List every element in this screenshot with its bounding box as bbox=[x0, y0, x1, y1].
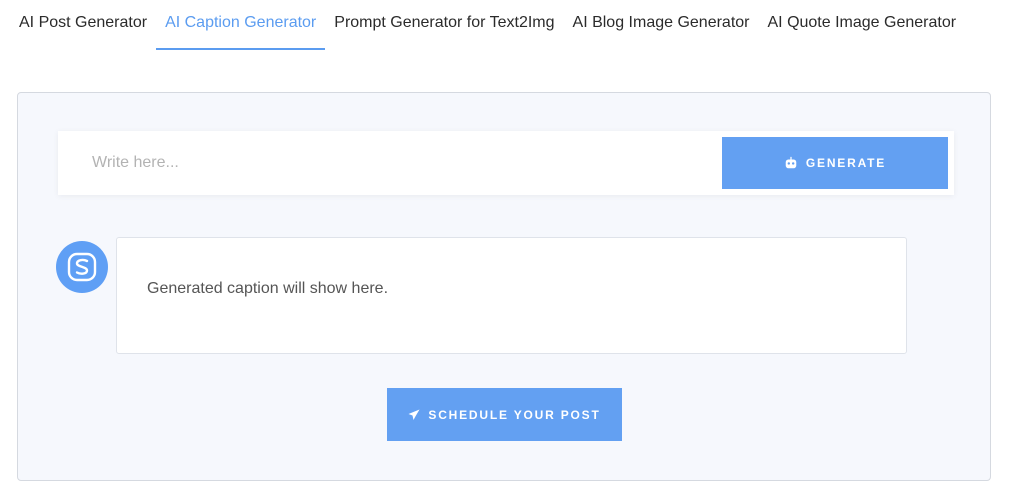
tab-ai-post-generator[interactable]: AI Post Generator bbox=[10, 0, 156, 50]
tab-prompt-generator[interactable]: Prompt Generator for Text2Img bbox=[325, 0, 563, 50]
tab-ai-blog-image-generator[interactable]: AI Blog Image Generator bbox=[564, 0, 759, 50]
tab-ai-caption-generator[interactable]: AI Caption Generator bbox=[156, 0, 326, 50]
prompt-input-row: GENERATE bbox=[58, 131, 954, 195]
generate-button-label: GENERATE bbox=[805, 156, 887, 170]
caption-text: Generated caption will show here. bbox=[147, 280, 389, 297]
avatar bbox=[56, 241, 108, 293]
robot-icon bbox=[785, 156, 797, 169]
generate-button[interactable]: GENERATE bbox=[722, 137, 948, 189]
prompt-input[interactable] bbox=[58, 131, 718, 195]
generated-caption-box: Generated caption will show here. bbox=[116, 237, 907, 354]
app-logo-icon bbox=[67, 252, 97, 282]
caption-generator-panel: GENERATE Generated caption will show her… bbox=[17, 92, 991, 481]
schedule-post-button[interactable]: SCHEDULE YOUR POST bbox=[387, 388, 622, 441]
tab-ai-quote-image-generator[interactable]: AI Quote Image Generator bbox=[759, 0, 966, 50]
tab-bar: AI Post Generator AI Caption Generator P… bbox=[10, 0, 965, 50]
paper-plane-icon bbox=[408, 409, 420, 420]
schedule-button-label: SCHEDULE YOUR POST bbox=[428, 407, 601, 422]
